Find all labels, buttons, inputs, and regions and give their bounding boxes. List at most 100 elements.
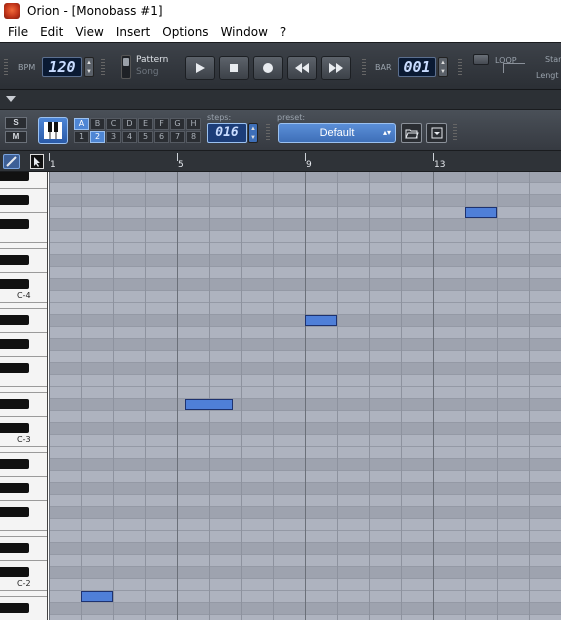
black-key[interactable] — [0, 543, 29, 553]
toolbar-grip[interactable] — [362, 59, 366, 75]
record-button[interactable] — [253, 56, 283, 80]
octave-label: C-2 — [17, 579, 31, 588]
ruler-mark-13: 13 — [434, 160, 446, 170]
black-key[interactable] — [0, 339, 29, 349]
bar-line — [177, 172, 178, 620]
bank-number-6[interactable]: 6 — [154, 131, 169, 143]
preset-dropdown[interactable]: Default ▴▾ — [278, 123, 396, 143]
black-key[interactable] — [0, 603, 29, 613]
white-key-divider — [0, 596, 47, 597]
spin-down-icon[interactable]: ▼ — [250, 135, 256, 141]
bpm-spinner[interactable]: ▲ ▼ — [84, 57, 94, 77]
black-key[interactable] — [0, 423, 29, 433]
bank-letter-g[interactable]: G — [170, 118, 185, 130]
select-tool-button[interactable] — [30, 154, 44, 169]
menu-file[interactable]: File — [2, 25, 34, 39]
black-key[interactable] — [0, 219, 29, 229]
steps-spinner[interactable]: ▲ ▼ — [248, 123, 258, 143]
note-block[interactable] — [81, 591, 113, 602]
bank-number-1[interactable]: 1 — [74, 131, 89, 143]
black-key[interactable] — [0, 507, 29, 517]
toolbar-grip[interactable] — [266, 124, 270, 140]
white-key-divider — [0, 500, 47, 501]
loop-button[interactable] — [473, 54, 489, 65]
bar-spinner[interactable]: ▲ ▼ — [438, 57, 448, 77]
bar-line — [305, 172, 306, 620]
bank-letter-c[interactable]: C — [106, 118, 121, 130]
bank-number-5[interactable]: 5 — [138, 131, 153, 143]
spin-down-icon[interactable]: ▼ — [440, 69, 446, 75]
bank-number-4[interactable]: 4 — [122, 131, 137, 143]
white-key-divider — [0, 308, 47, 309]
open-preset-button[interactable] — [401, 123, 422, 143]
menu-bar: File Edit View Insert Options Window ? — [0, 22, 561, 42]
play-button[interactable] — [185, 56, 215, 80]
save-preset-button[interactable] — [426, 123, 447, 143]
pattern-label: Pattern — [136, 55, 169, 65]
bank-number-2[interactable]: 2 — [90, 131, 105, 143]
spin-up-icon[interactable]: ▲ — [86, 60, 92, 66]
bank-number-3[interactable]: 3 — [106, 131, 121, 143]
bank-letter-f[interactable]: F — [154, 118, 169, 130]
black-key[interactable] — [0, 279, 29, 289]
save-preset-icon — [431, 127, 442, 139]
note-block[interactable] — [185, 399, 233, 410]
step-line — [81, 172, 82, 620]
white-key-divider — [0, 248, 47, 249]
toolbar-grip[interactable] — [453, 124, 457, 140]
menu-options[interactable]: Options — [156, 25, 214, 39]
steps-display[interactable]: 016 — [207, 123, 247, 143]
toolbar-grip[interactable] — [101, 59, 105, 75]
bank-number-7[interactable]: 7 — [170, 131, 185, 143]
mute-button[interactable]: M — [5, 131, 27, 143]
bank-letter-d[interactable]: D — [122, 118, 137, 130]
spin-up-icon[interactable]: ▲ — [440, 60, 446, 66]
bank-number-8[interactable]: 8 — [186, 131, 201, 143]
piano-roll-button[interactable] — [38, 117, 68, 144]
spin-down-icon[interactable]: ▼ — [86, 69, 92, 75]
bank-letter-b[interactable]: B — [90, 118, 105, 130]
bar-display[interactable]: 001 — [398, 57, 436, 77]
spin-up-icon[interactable]: ▲ — [250, 126, 256, 132]
menu-edit[interactable]: Edit — [34, 25, 69, 39]
step-line — [337, 172, 338, 620]
white-key-divider — [0, 560, 47, 561]
menu-view[interactable]: View — [69, 25, 109, 39]
menu-window[interactable]: Window — [215, 25, 274, 39]
collapse-arrow-icon[interactable] — [6, 96, 16, 102]
toolbar-grip[interactable] — [4, 59, 8, 75]
black-key[interactable] — [0, 399, 29, 409]
white-key-divider — [0, 332, 47, 333]
fast-forward-button[interactable] — [321, 56, 351, 80]
solo-button[interactable]: S — [5, 117, 27, 129]
menu-help[interactable]: ? — [274, 25, 292, 39]
black-key[interactable] — [0, 172, 29, 181]
bank-letter-h[interactable]: H — [186, 118, 201, 130]
menu-insert[interactable]: Insert — [110, 25, 156, 39]
timeline-ruler[interactable]: 1 5 9 13 — [0, 151, 561, 172]
white-key-divider — [0, 536, 47, 537]
white-key-divider — [0, 590, 47, 591]
piano-keyboard[interactable]: C-4 C-3 C-2 — [0, 172, 48, 620]
fast-forward-icon — [329, 63, 343, 73]
black-key[interactable] — [0, 315, 29, 325]
pattern-song-switch[interactable] — [121, 55, 131, 79]
black-key[interactable] — [0, 459, 29, 469]
bpm-display[interactable]: 120 — [42, 57, 82, 77]
note-grid[interactable] — [49, 172, 561, 620]
black-key[interactable] — [0, 567, 29, 577]
white-key-divider — [0, 302, 47, 303]
stop-button[interactable] — [219, 56, 249, 80]
pencil-tool-button[interactable] — [3, 154, 20, 169]
toolbar-grip[interactable] — [458, 59, 462, 75]
black-key[interactable] — [0, 363, 29, 373]
note-block[interactable] — [305, 315, 337, 326]
black-key[interactable] — [0, 255, 29, 265]
bank-letter-a[interactable]: A — [74, 118, 89, 130]
black-key[interactable] — [0, 195, 29, 205]
black-key[interactable] — [0, 483, 29, 493]
note-block[interactable] — [465, 207, 497, 218]
bank-letter-e[interactable]: E — [138, 118, 153, 130]
app-icon[interactable] — [4, 3, 20, 19]
rewind-button[interactable] — [287, 56, 317, 80]
